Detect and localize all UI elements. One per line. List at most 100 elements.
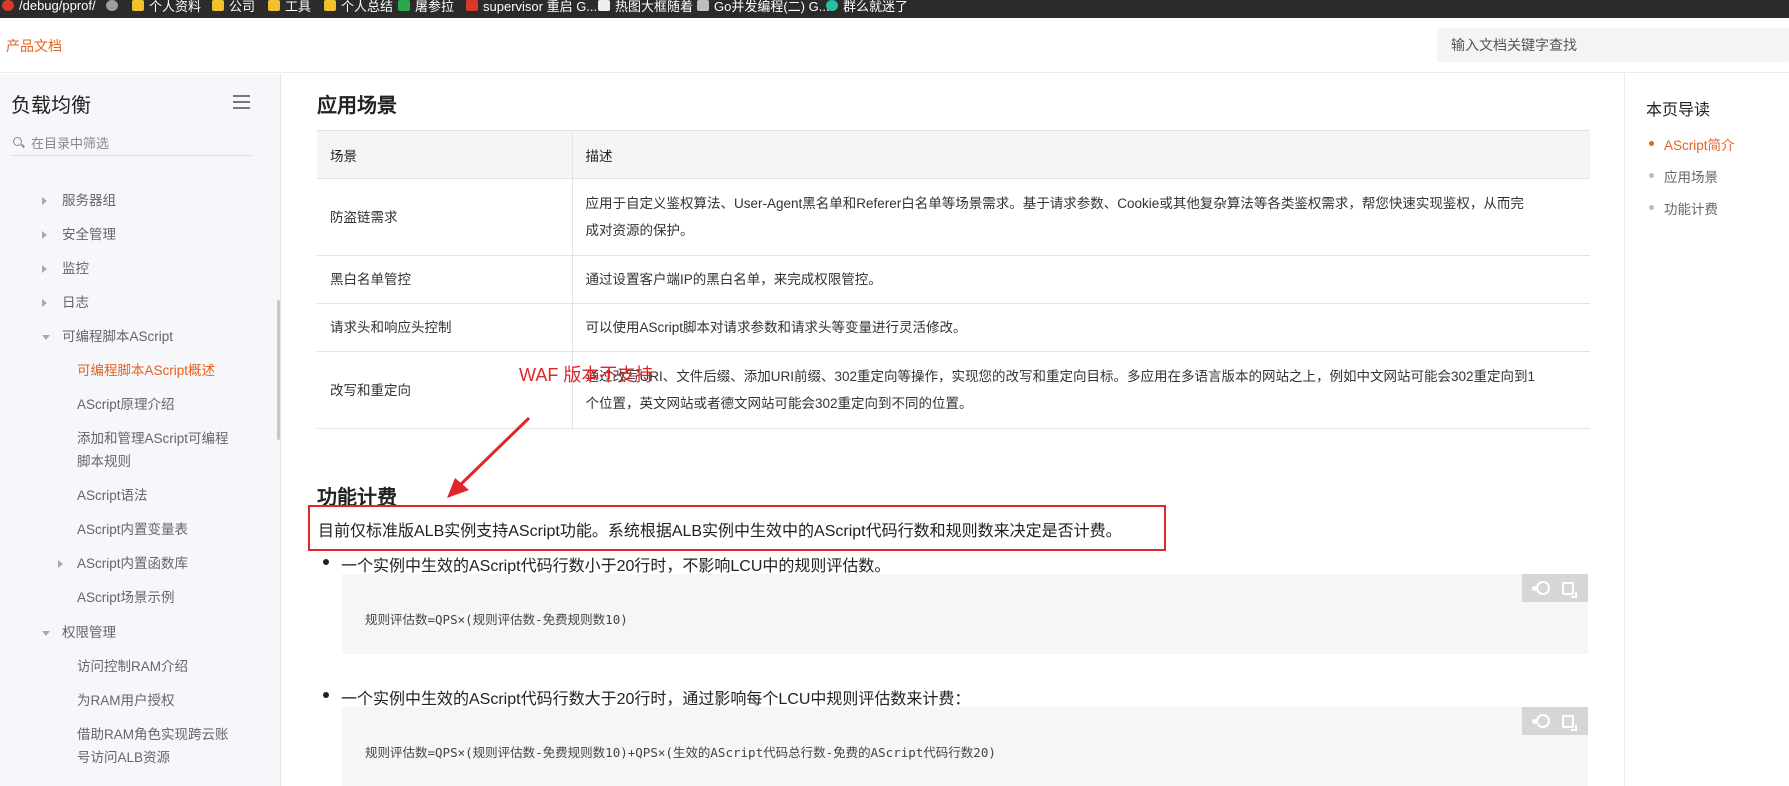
search-icon [13, 137, 22, 146]
bookmark-icon [2, 0, 14, 11]
annotation-arrow [447, 416, 531, 498]
bookmark-icon [598, 0, 610, 11]
toggle-theme-icon[interactable] [1532, 581, 1550, 595]
toc-item-scenarios[interactable]: 应用场景 [1649, 166, 1718, 186]
code-toolbar [1522, 574, 1588, 602]
folder-icon [132, 0, 144, 11]
code-block-1: 规则评估数=QPS×(规则评估数-免费规则数10) [342, 574, 1588, 654]
table-header-row: 场景 描述 [317, 130, 1590, 179]
table-cell-desc: 应用于自定义鉴权算法、User-Agent黑名单和Referer白名单等场景需求… [572, 178, 1590, 256]
expand-icon[interactable] [58, 560, 63, 568]
sidebar-item-logs[interactable]: 日志 [62, 291, 89, 314]
collapse-icon[interactable] [42, 631, 50, 636]
bookmark-label: 个人资料 [149, 0, 202, 14]
sidebar-item-ascript-variables[interactable]: AScript内置变量表 [77, 518, 188, 541]
table-cell-desc-line: 个位置，英文网站或者德文网站可能会302重定向到不同的位置。 [585, 396, 973, 411]
table-cell-desc-line: 成对资源的保护。 [585, 223, 694, 238]
table-cell-desc: 可以使用AScript脚本对请求参数和请求头等变量进行灵活修改。 [572, 303, 1590, 352]
sidebar-item-manage-rules[interactable]: 添加和管理AScript可编程 [77, 427, 229, 450]
table-row: 防盗链需求 应用于自定义鉴权算法、User-Agent黑名单和Referer白名… [317, 178, 1590, 256]
sidebar-item-ascript-examples[interactable]: AScript场景示例 [77, 586, 175, 609]
bookmark-pprof[interactable]: /debug/pprof/ [2, 0, 96, 14]
folder-icon [324, 0, 336, 11]
bookmark-label: 屠参拉 [415, 0, 455, 14]
sidebar-item-ascript-principle[interactable]: AScript原理介绍 [77, 393, 175, 416]
sidebar-item-ascript-syntax[interactable]: AScript语法 [77, 484, 148, 507]
table-cell-desc-line: 应用于自定义鉴权算法、User-Agent黑名单和Referer白名单等场景需求… [585, 196, 1524, 211]
sidebar-item-ram-role[interactable]: 借助RAM角色实现跨云账 [77, 723, 229, 746]
toggle-theme-icon[interactable] [1532, 714, 1550, 728]
sidebar-item-server-group[interactable]: 服务器组 [62, 189, 116, 212]
toc-filter[interactable] [11, 132, 251, 156]
bookmark-misc[interactable]: 群么就迷了 [826, 0, 908, 14]
toc-filter-input[interactable] [31, 132, 241, 154]
bookmark-icon [466, 0, 478, 11]
bookmark-label: supervisor 重启 G... [483, 0, 598, 14]
table-cell-desc: 通过改写URI、文件后缀、添加URI前缀、302重定向等操作，实现您的改写和重定… [572, 351, 1590, 429]
code-text: 规则评估数=QPS×(规则评估数-免费规则数10)+QPS×(生效的AScrip… [365, 745, 996, 760]
bookmark-supervisor[interactable]: supervisor 重启 G... [466, 0, 597, 14]
product-docs-link[interactable]: 产品文档 [6, 36, 62, 56]
table-header-desc: 描述 [572, 130, 1590, 179]
billing-bullet-2: 一个实例中生效的AScript代码行数大于20行时，通过影响每个LCU中规则评估… [322, 685, 970, 709]
billing-bullet-1: 一个实例中生效的AScript代码行数小于20行时，不影响LCU中的规则评估数。 [322, 552, 890, 576]
bookmarks-bar: /debug/pprof/ 个人资料 公司 工具 个人总结 屠参拉 superv… [0, 0, 1789, 18]
bookmark-icon [826, 0, 838, 11]
table-cell-scene: 黑白名单管控 [317, 255, 573, 304]
bookmark-gear[interactable] [106, 0, 118, 14]
bookmark-folder-company[interactable]: 公司 [212, 0, 255, 14]
expand-icon[interactable] [42, 265, 47, 273]
table-row: 请求头和响应头控制 可以使用AScript脚本对请求参数和请求头等变量进行灵活修… [317, 303, 1590, 352]
sidebar-item-manage-rules-cont[interactable]: 脚本规则 [77, 450, 131, 473]
sidebar-item-permissions[interactable]: 权限管理 [62, 621, 116, 644]
menu-icon[interactable] [233, 95, 250, 109]
code-toolbar [1522, 707, 1588, 735]
sidebar-item-ascript-functions[interactable]: AScript内置函数库 [77, 552, 188, 575]
bookmark-label: /debug/pprof/ [19, 0, 96, 13]
sidebar-item-ram-role-cont[interactable]: 号访问ALB资源 [77, 746, 170, 769]
sidebar-scrollbar[interactable] [277, 300, 280, 440]
copy-icon[interactable] [1562, 581, 1577, 598]
bookmark-icon [697, 0, 709, 11]
copy-icon[interactable] [1562, 714, 1577, 731]
bookmark-params[interactable]: 屠参拉 [398, 0, 454, 14]
expand-icon[interactable] [42, 197, 47, 205]
table-cell-scene: 防盗链需求 [317, 178, 573, 256]
bookmark-label: 公司 [229, 0, 256, 14]
folder-icon [212, 0, 224, 11]
scenario-table: 场景 描述 防盗链需求 应用于自定义鉴权算法、User-Agent黑名单和Ref… [317, 130, 1590, 429]
bookmark-folder-tools[interactable]: 工具 [268, 0, 311, 14]
doc-search-input[interactable] [1437, 28, 1789, 62]
table-cell-desc-line: 通过改写URI、文件后缀、添加URI前缀、302重定向等操作，实现您的改写和重定… [585, 369, 1536, 384]
sidebar-item-ram-user-auth[interactable]: 为RAM用户授权 [77, 689, 175, 712]
code-text: 规则评估数=QPS×(规则评估数-免费规则数10) [365, 612, 628, 627]
toc-item-billing[interactable]: 功能计费 [1649, 198, 1718, 218]
bookmark-label: 热图大框随着 [615, 0, 694, 14]
sidebar-item-ascript[interactable]: 可编程脚本AScript [62, 325, 173, 348]
bookmark-folder-personal[interactable]: 个人资料 [132, 0, 201, 14]
page-toc: 本页导读 AScript简介 应用场景 功能计费 [1624, 74, 1789, 786]
annotation-text: WAF 版本不支持 [519, 365, 654, 385]
sidebar-item-ascript-overview[interactable]: 可编程脚本AScript概述 [77, 359, 215, 382]
bookmark-go-concurrency[interactable]: Go并发编程(二) G... [697, 0, 830, 14]
table-cell-scene: 请求头和响应头控制 [317, 303, 573, 352]
sidebar-item-ram-intro[interactable]: 访问控制RAM介绍 [77, 655, 188, 678]
doc-search-box[interactable] [1437, 28, 1789, 62]
sidebar-title: 负载均衡 [11, 95, 91, 117]
expand-icon[interactable] [42, 299, 47, 307]
bookmark-heatmap[interactable]: 热图大框随着 [598, 0, 693, 14]
toc-item-ascript-intro[interactable]: AScript简介 [1649, 134, 1735, 154]
bookmark-folder-summary[interactable]: 个人总结 [324, 0, 393, 14]
sidebar-item-security[interactable]: 安全管理 [62, 223, 116, 246]
toc-title: 本页导读 [1646, 102, 1711, 119]
bookmark-label: 个人总结 [341, 0, 394, 14]
bookmark-icon [398, 0, 410, 11]
collapse-icon[interactable] [42, 335, 50, 340]
sidebar-item-monitoring[interactable]: 监控 [62, 257, 89, 280]
bookmark-label: 工具 [285, 0, 312, 14]
table-cell-desc: 通过设置客户端IP的黑白名单，来完成权限管控。 [572, 255, 1590, 304]
expand-icon[interactable] [42, 231, 47, 239]
code-block-2: 规则评估数=QPS×(规则评估数-免费规则数10)+QPS×(生效的AScrip… [342, 707, 1588, 786]
folder-icon [268, 0, 280, 11]
top-header: 产品文档 [0, 18, 1789, 73]
